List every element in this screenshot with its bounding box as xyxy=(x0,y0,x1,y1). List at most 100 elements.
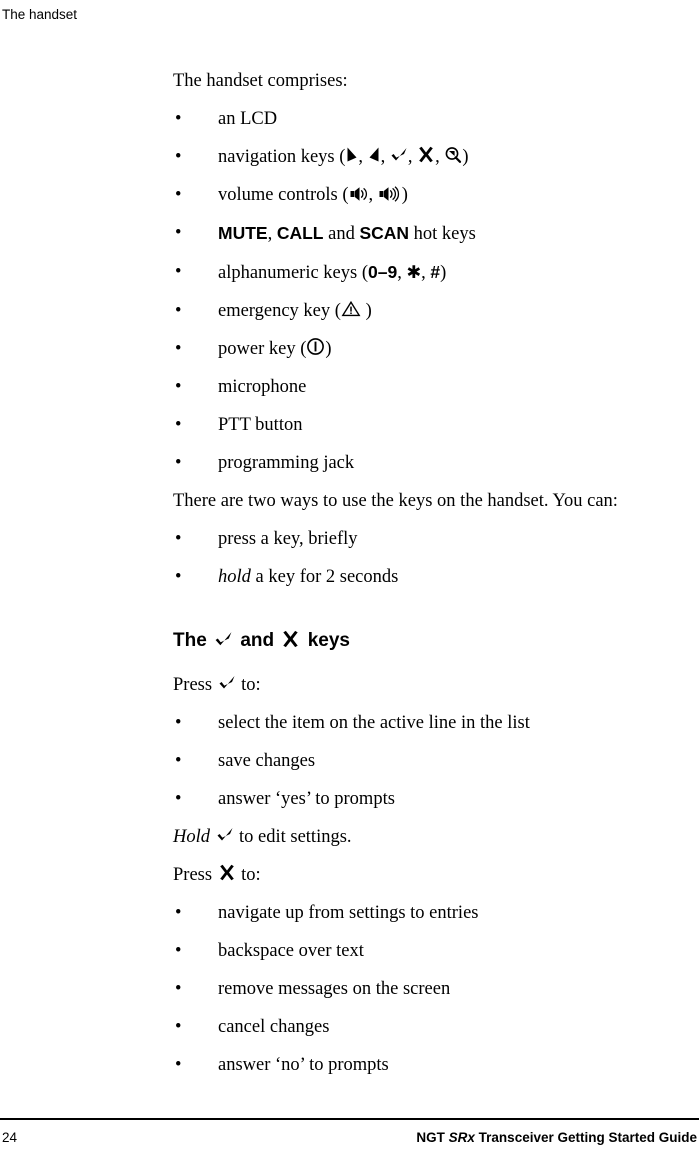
list-item-label: navigate up from settings to entries xyxy=(218,903,479,923)
footer-divider xyxy=(0,1118,699,1120)
press-cross-paragraph: Press to: xyxy=(173,856,673,894)
list-item-label: press a key, briefly xyxy=(218,529,358,549)
key-star: ✱ xyxy=(406,262,422,282)
bullet-icon: • xyxy=(175,941,182,961)
key-hash: # xyxy=(430,262,441,282)
ways-list: • press a key, briefly • hold a key for … xyxy=(173,520,673,596)
page-footer: 24 NGT SRx Transceiver Getting Started G… xyxy=(0,1118,699,1164)
pointer-left-icon xyxy=(368,146,381,164)
page-content: The handset comprises: • an LCD • naviga… xyxy=(173,62,673,1084)
bullet-icon: • xyxy=(175,713,182,733)
list-item-label-trail: ) xyxy=(401,185,408,205)
page-number: 24 xyxy=(2,1130,18,1145)
hot-key-call: CALL xyxy=(276,223,324,243)
list-item: • MUTE, CALL and SCAN hot keys xyxy=(173,214,673,253)
bullet-icon: • xyxy=(175,903,182,923)
list-item-label: remove messages on the screen xyxy=(218,979,451,999)
list-item: • emergency key ( ) xyxy=(173,292,673,330)
list-item-label: alphanumeric keys ( xyxy=(218,263,368,283)
bullet-icon: • xyxy=(175,301,182,321)
bullet-icon: • xyxy=(175,223,182,243)
press-check-trail: to: xyxy=(241,675,261,695)
list-item-label: a key for 2 seconds xyxy=(250,567,399,587)
list-item: • alphanumeric keys (0–9, ✱, #) xyxy=(173,253,673,292)
bullet-icon: • xyxy=(175,751,182,771)
press-check-lead: Press xyxy=(173,675,213,695)
sep: , xyxy=(368,185,378,205)
bullet-icon: • xyxy=(175,185,182,205)
list-item: • navigation keys (, , , , ) xyxy=(173,138,673,176)
sep: , xyxy=(267,224,277,244)
list-item-label: microphone xyxy=(218,377,307,397)
cross-icon xyxy=(281,630,300,649)
list-item-label-trail: ) xyxy=(360,301,372,321)
heading-word-keys: keys xyxy=(307,630,350,651)
sep: , xyxy=(358,147,368,167)
list-item-label-trail: hot keys xyxy=(409,224,476,244)
ways-paragraph: There are two ways to use the keys on th… xyxy=(173,491,618,511)
sep: , xyxy=(435,147,445,167)
heading-word-and: and xyxy=(240,630,275,651)
list-item-label-trail: ) xyxy=(325,339,332,359)
list-item-label: navigation keys ( xyxy=(218,147,346,167)
list-item: • power key () xyxy=(173,330,673,368)
list-item: • answer ‘yes’ to prompts xyxy=(173,780,673,818)
list-item: • PTT button xyxy=(173,406,673,444)
list-item-label: an LCD xyxy=(218,109,278,129)
hot-key-mute: MUTE xyxy=(218,223,268,243)
bullet-icon: • xyxy=(175,789,182,809)
list-item-label: select the item on the active line in th… xyxy=(218,713,530,733)
check-icon xyxy=(218,674,236,692)
check-icon xyxy=(214,630,233,649)
list-item-label: backspace over text xyxy=(218,941,364,961)
bullet-icon: • xyxy=(175,567,182,587)
bullet-icon: • xyxy=(175,415,182,435)
volume-low-icon xyxy=(349,186,369,202)
list-item: • cancel changes xyxy=(173,1008,673,1046)
check-actions-list: • select the item on the active line in … xyxy=(173,704,673,818)
press-check-paragraph: Press to: xyxy=(173,666,673,704)
list-item-label: programming jack xyxy=(218,453,355,473)
sep: , xyxy=(421,263,431,283)
pointer-right-icon xyxy=(345,146,358,164)
sep: , xyxy=(380,147,390,167)
guide-title-post: Transceiver Getting Started Guide xyxy=(474,1130,697,1145)
check-icon xyxy=(390,146,408,164)
bullet-icon: • xyxy=(175,453,182,473)
guide-title-model: SRx xyxy=(448,1130,475,1145)
check-icon xyxy=(216,826,234,844)
guide-title: NGT SRx Transceiver Getting Started Guid… xyxy=(416,1129,697,1147)
magnifier-icon xyxy=(444,146,462,164)
intro-paragraph: The handset comprises: xyxy=(173,71,348,91)
list-item-label: power key ( xyxy=(218,339,307,359)
components-list: • an LCD • navigation keys (, , , , ) • … xyxy=(173,100,673,482)
list-item: • select the item on the active line in … xyxy=(173,704,673,742)
bullet-icon: • xyxy=(175,147,182,167)
hold-emphasis: Hold xyxy=(173,827,210,847)
list-item: • press a key, briefly xyxy=(173,520,673,558)
list-item-label: answer ‘yes’ to prompts xyxy=(218,789,395,809)
list-item: • save changes xyxy=(173,742,673,780)
list-item: • answer ‘no’ to prompts xyxy=(173,1046,673,1084)
bullet-icon: • xyxy=(175,529,182,549)
guide-title-pre: NGT xyxy=(416,1130,449,1145)
bullet-icon: • xyxy=(175,339,182,359)
heading-word-the: The xyxy=(173,630,207,651)
bullet-icon: • xyxy=(175,377,182,397)
running-head-text: The handset xyxy=(2,7,78,22)
sep: and xyxy=(323,224,360,244)
volume-high-icon xyxy=(378,186,402,202)
hot-key-scan: SCAN xyxy=(359,223,410,243)
power-icon xyxy=(306,337,325,356)
list-item: • hold a key for 2 seconds xyxy=(173,558,673,596)
hold-check-trail: to edit settings. xyxy=(239,827,352,847)
list-item: • backspace over text xyxy=(173,932,673,970)
list-item-label: volume controls ( xyxy=(218,185,349,205)
list-item: • microphone xyxy=(173,368,673,406)
press-cross-trail: to: xyxy=(241,865,261,885)
list-item: • programming jack xyxy=(173,444,673,482)
list-item-label: emergency key ( xyxy=(218,301,341,321)
cross-actions-list: • navigate up from settings to entries •… xyxy=(173,894,673,1084)
list-item-label: answer ‘no’ to prompts xyxy=(218,1055,389,1075)
key-digits: 0–9 xyxy=(368,262,398,282)
